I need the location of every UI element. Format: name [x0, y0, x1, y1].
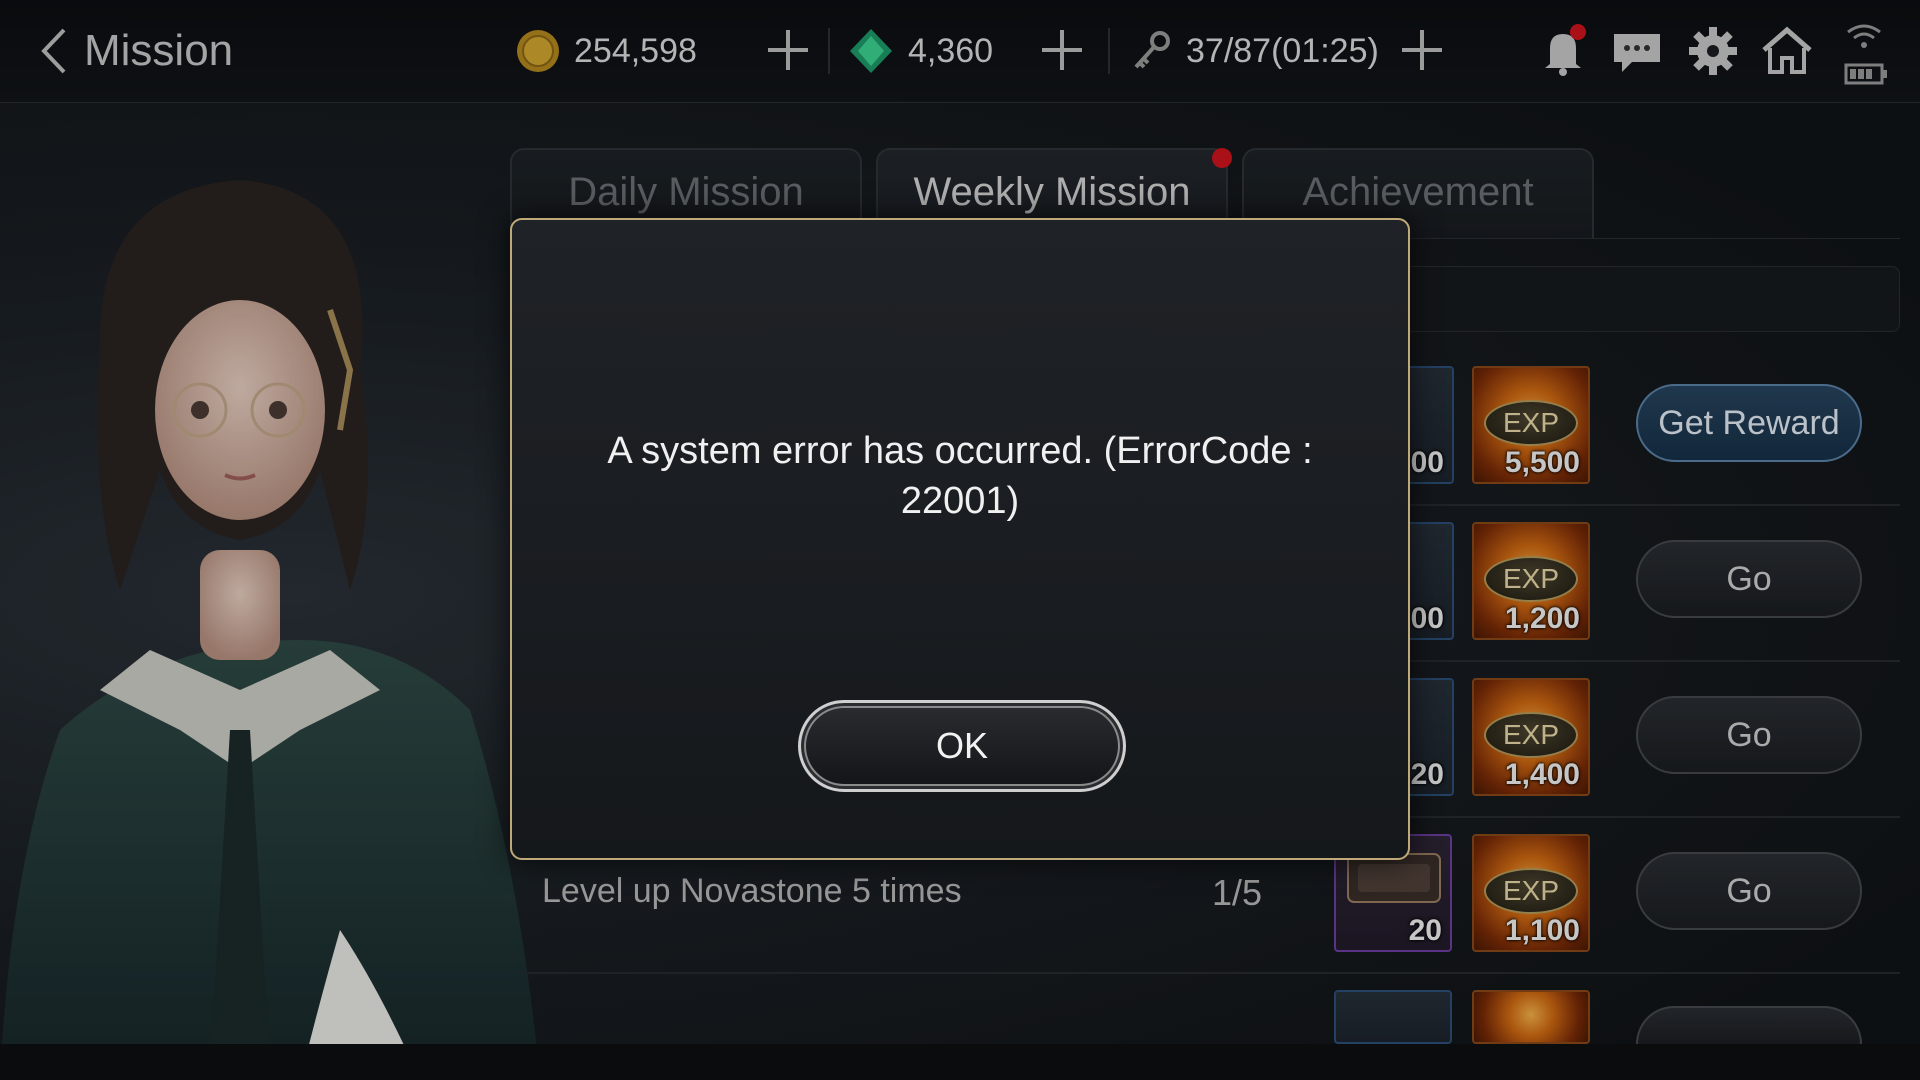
ok-button[interactable]: OK [798, 700, 1126, 792]
error-message: A system error has occurred. (ErrorCode … [607, 430, 1313, 522]
error-dialog: A system error has occurred. (ErrorCode … [510, 218, 1410, 860]
